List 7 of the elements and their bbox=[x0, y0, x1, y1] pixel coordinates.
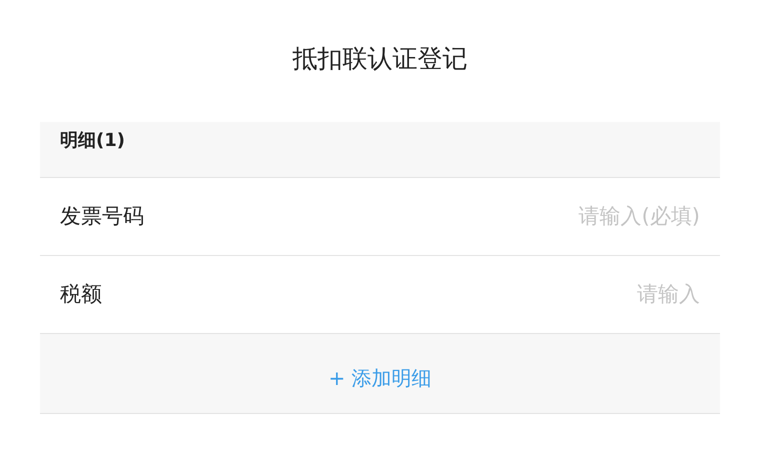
section-title: 明细(1) bbox=[60, 130, 125, 151]
page-title: 抵扣联认证登记 bbox=[292, 43, 468, 75]
field-label: 税额 bbox=[60, 280, 102, 308]
input-field[interactable]: 请输入 bbox=[400, 278, 700, 310]
add-detail-link[interactable]: + 添加明细 bbox=[328, 364, 432, 392]
input-field[interactable]: 请输入(必填) bbox=[400, 200, 700, 232]
field-label: 发票号码 bbox=[60, 202, 144, 230]
